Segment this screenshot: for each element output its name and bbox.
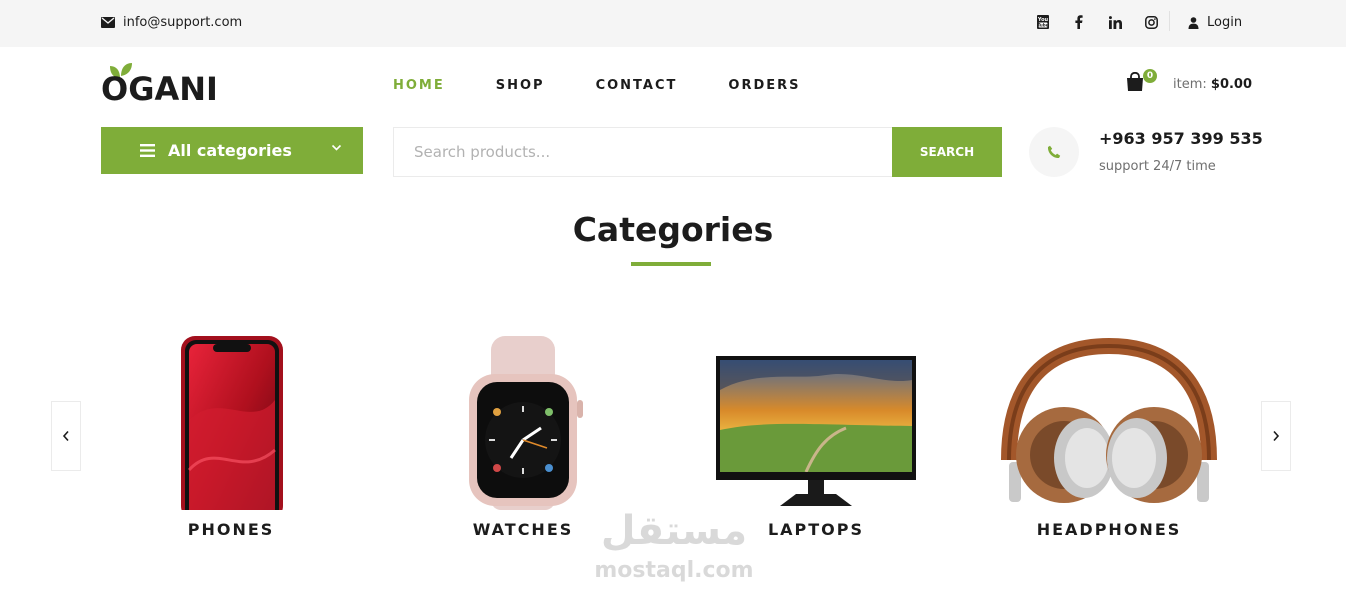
category-name: WATCHES [472,520,574,539]
login-label: Login [1207,15,1243,30]
headphones-image [1001,337,1217,503]
category-card-phones[interactable]: PHONES [101,330,361,550]
instagram-icon[interactable] [1144,14,1158,30]
monitor-image [716,356,916,506]
all-categories-label: All categories [168,141,292,160]
support-phone-number: +963 957 399 535 [1099,129,1263,148]
linkedin-icon[interactable] [1108,14,1122,30]
contact-email[interactable]: info@support.com [101,15,242,30]
phone-image [181,336,283,510]
cart-count-badge: 0 [1143,69,1157,83]
support-hours-text: support 24/7 time [1099,159,1216,174]
search-input[interactable] [393,127,893,177]
login-link[interactable]: Login [1188,15,1242,30]
contact-email-text: info@support.com [123,15,243,30]
search-form: SEARCH [393,127,1002,177]
cart-total-amount: $0.00 [1210,77,1253,92]
menu-bars-icon [140,144,155,157]
category-name: LAPTOPS [767,520,865,539]
category-name: PHONES [187,520,275,539]
watermark-latin: mostaql.com [594,558,754,583]
site-logo[interactable]: OGANI [101,62,231,108]
phone-icon-circle [1029,127,1079,177]
cart-item-label: item: [1173,77,1207,92]
phone-icon [1047,145,1061,159]
shopping-bag-icon [1127,71,1143,91]
watch-image [469,336,583,510]
nav-contact[interactable]: CONTACT [596,78,678,93]
category-card-laptops[interactable]: LAPTOPS [686,330,946,550]
topbar-divider [1169,11,1170,31]
cart-total: item: $0.00 [1173,77,1252,92]
social-links: You Tube [1036,14,1180,30]
category-card-watches[interactable]: WATCHES [393,330,653,550]
nav-orders[interactable]: ORDERS [728,78,800,93]
category-name: HEADPHONES [1036,520,1182,539]
search-button[interactable]: SEARCH [892,127,1002,177]
carousel-prev-button[interactable] [51,401,81,471]
chevron-left-icon [62,430,69,442]
category-card-headphones[interactable]: HEADPHONES [979,330,1239,550]
nav-home[interactable]: HOME [393,78,445,93]
top-bar: info@support.com You Tube Login [0,0,1346,47]
main-nav: HOME SHOP CONTACT ORDERS [393,78,852,93]
chevron-right-icon [1273,430,1280,442]
nav-shop[interactable]: SHOP [496,78,545,93]
chevron-down-icon [331,144,342,151]
cart-button[interactable]: 0 [1126,69,1157,94]
section-title-underline [631,262,711,266]
svg-text:Tube: Tube [1038,23,1049,28]
envelope-icon [101,17,115,28]
carousel-next-button[interactable] [1261,401,1291,471]
section-title: Categories [572,210,774,249]
logo-text: OGANI [101,70,218,108]
user-icon [1188,16,1199,29]
all-categories-dropdown[interactable]: All categories [101,127,363,174]
facebook-icon[interactable] [1072,14,1086,30]
youtube-icon[interactable]: You Tube [1036,14,1050,30]
